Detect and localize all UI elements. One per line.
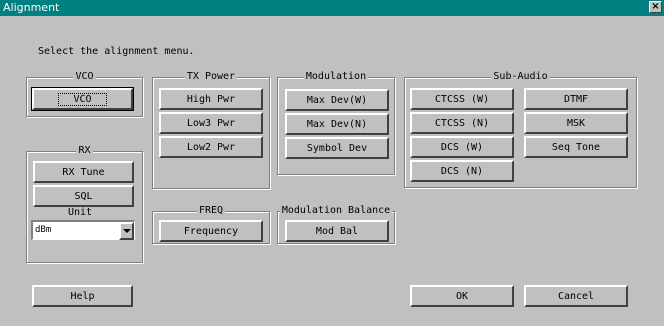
close-icon[interactable]: × [649,1,662,13]
vco-legend: VCO [73,71,96,82]
tx-power-legend: TX Power [184,71,238,82]
dtmf-button[interactable]: DTMF [524,88,628,110]
freq-legend: FREQ [196,205,226,216]
seq-tone-button[interactable]: Seq Tone [524,136,628,158]
chevron-down-icon[interactable] [119,222,134,240]
prompt-text: Select the alignment menu. [38,46,195,57]
frequency-button[interactable]: Frequency [159,220,263,242]
max-dev-n-button[interactable]: Max Dev(N) [285,113,389,135]
low3-pwr-button[interactable]: Low3 Pwr [159,112,263,134]
ctcss-n-button[interactable]: CTCSS (N) [410,112,514,134]
sql-button[interactable]: SQL [33,185,134,207]
ctcss-w-button[interactable]: CTCSS (W) [410,88,514,110]
dcs-w-button[interactable]: DCS (W) [410,136,514,158]
symbol-dev-button[interactable]: Symbol Dev [285,137,389,159]
unit-label: Unit [68,207,93,218]
msk-button[interactable]: MSK [524,112,628,134]
cancel-button[interactable]: Cancel [524,285,628,307]
vco-button-label: VCO [58,92,107,106]
rx-tune-button[interactable]: RX Tune [33,161,134,183]
window-title: Alignment [3,1,60,14]
max-dev-w-button[interactable]: Max Dev(W) [285,89,389,111]
help-button[interactable]: Help [32,285,133,307]
mod-bal-button[interactable]: Mod Bal [285,220,389,242]
unit-select-value: dBm [35,225,52,235]
modulation-balance-legend: Modulation Balance [279,205,393,216]
dcs-n-button[interactable]: DCS (N) [410,160,514,182]
vco-button[interactable]: VCO [31,87,134,111]
high-pwr-button[interactable]: High Pwr [159,88,263,110]
dialog-body: Select the alignment menu. VCO VCO TX Po… [1,17,663,325]
unit-select[interactable]: dBm [31,220,135,240]
sub-audio-legend: Sub-Audio [491,71,550,82]
rx-legend: RX [76,145,93,156]
titlebar: Alignment × [0,0,664,16]
low2-pwr-button[interactable]: Low2 Pwr [159,136,263,158]
ok-button[interactable]: OK [410,285,514,307]
modulation-legend: Modulation [303,71,369,82]
